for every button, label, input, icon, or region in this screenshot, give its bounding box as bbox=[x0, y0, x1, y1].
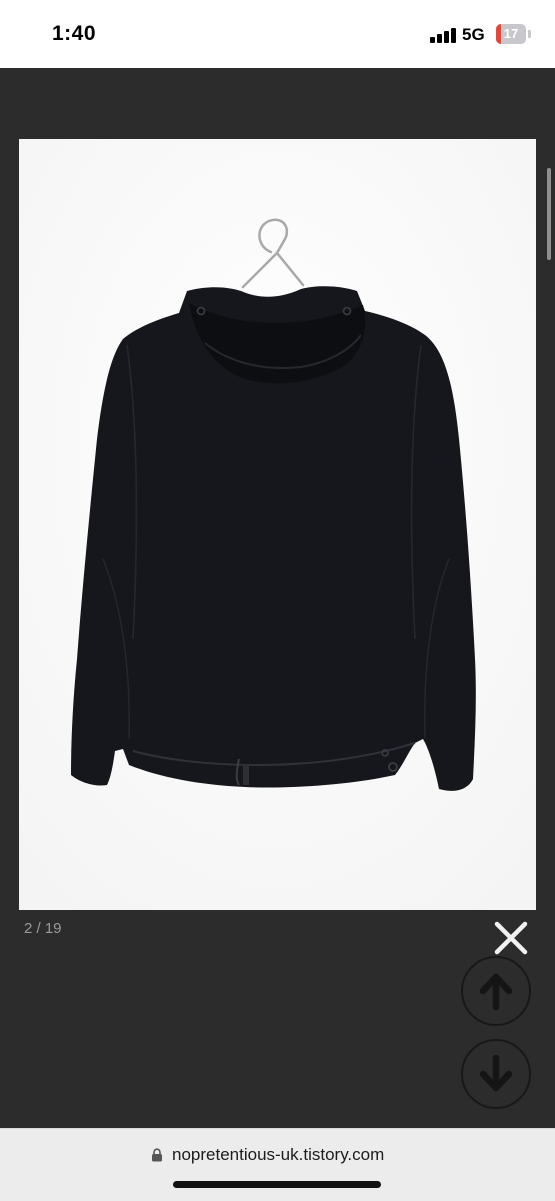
jacket-image bbox=[19, 139, 536, 910]
product-photo[interactable] bbox=[19, 139, 536, 910]
page-scrollbar[interactable] bbox=[547, 168, 551, 260]
arrow-down-icon bbox=[479, 1054, 513, 1092]
home-indicator[interactable] bbox=[173, 1181, 381, 1188]
url-text[interactable]: nopretentious-uk.tistory.com bbox=[172, 1145, 384, 1165]
close-icon bbox=[494, 921, 528, 955]
previous-image-button[interactable] bbox=[461, 956, 531, 1026]
battery-level: 17 bbox=[503, 26, 519, 41]
close-viewer-button[interactable] bbox=[491, 918, 531, 958]
lock-icon bbox=[152, 1148, 162, 1162]
network-type: 5G bbox=[462, 25, 485, 44]
battery-icon: 17 bbox=[496, 24, 526, 44]
battery-cap bbox=[528, 30, 531, 38]
browser-address-bar[interactable]: nopretentious-uk.tistory.com bbox=[0, 1128, 555, 1201]
status-time: 1:40 bbox=[52, 22, 97, 45]
arrow-up-icon bbox=[479, 973, 513, 1011]
cellular-signal-icon bbox=[430, 27, 456, 43]
image-viewer: 2 / 19 bbox=[0, 68, 555, 1128]
status-bar: 1:40 5G 17 bbox=[0, 0, 555, 68]
image-counter: 2 / 19 bbox=[24, 920, 62, 937]
next-image-button[interactable] bbox=[461, 1039, 531, 1109]
